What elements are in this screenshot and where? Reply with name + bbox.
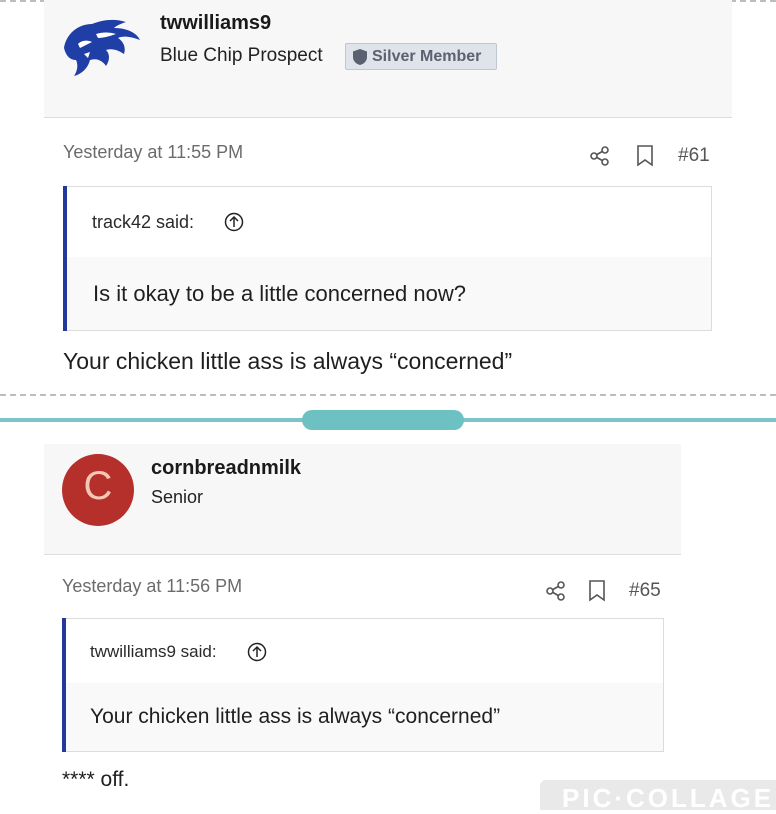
watermark-text: PIC·COLLAGE: [562, 783, 775, 813]
shield-icon: [352, 48, 368, 66]
member-badge: Silver Member: [345, 43, 497, 70]
post-number[interactable]: #61: [678, 145, 710, 167]
bookmark-icon[interactable]: [636, 145, 654, 167]
collage-divider-handle[interactable]: [302, 410, 464, 430]
user-title: Senior: [151, 487, 204, 507]
share-icon[interactable]: [545, 580, 567, 602]
post-timestamp[interactable]: Yesterday at 11:55 PM: [63, 142, 243, 163]
bookmark-icon[interactable]: [588, 580, 606, 602]
user-title: Blue Chip Prospect: [160, 45, 323, 66]
username[interactable]: twwilliams9: [160, 12, 271, 35]
watermark-tab: PIC·COLLAGE: [540, 780, 776, 813]
user-panel: [44, 444, 681, 555]
quote-body: Your chicken little ass is always “conce…: [66, 683, 663, 751]
quote-block: twwilliams9 said: Your chicken little as…: [62, 618, 664, 752]
post-body: Your chicken little ass is always “conce…: [63, 348, 513, 374]
avatar-letter: C: [83, 464, 113, 508]
quote-author[interactable]: twwilliams9 said:: [90, 642, 217, 662]
post-body: **** off.: [62, 768, 130, 791]
wildcat-logo[interactable]: [60, 14, 142, 80]
arrow-up-circle-icon[interactable]: [247, 642, 267, 662]
quote-author[interactable]: track42 said:: [92, 212, 194, 233]
username[interactable]: cornbreadnmilk: [151, 457, 301, 480]
avatar[interactable]: C: [62, 454, 134, 526]
post-timestamp[interactable]: Yesterday at 11:56 PM: [62, 576, 242, 597]
collage-border-bottom: [0, 394, 776, 396]
quote-block: track42 said: Is it okay to be a little …: [63, 186, 712, 331]
share-icon[interactable]: [589, 145, 611, 167]
quote-text: Your chicken little ass is always “conce…: [90, 705, 501, 728]
quote-text: Is it okay to be a little concerned now?: [93, 281, 466, 306]
badge-label: Silver Member: [372, 48, 482, 65]
post-number[interactable]: #65: [629, 580, 661, 602]
quote-body: Is it okay to be a little concerned now?: [67, 257, 711, 330]
arrow-up-circle-icon[interactable]: [224, 212, 244, 232]
